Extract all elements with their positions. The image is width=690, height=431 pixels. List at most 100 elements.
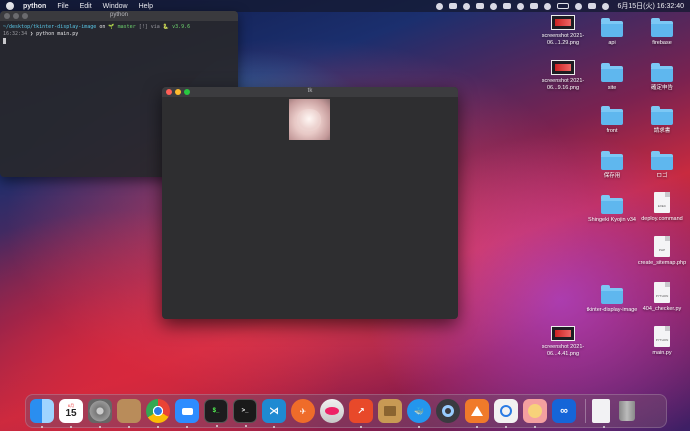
- status-box-icon[interactable]: [449, 3, 458, 9]
- file-icon: PHP: [654, 236, 670, 257]
- terminal-title: python: [109, 12, 128, 18]
- status-app-icon[interactable]: [436, 2, 444, 10]
- menu-file[interactable]: File: [57, 3, 68, 10]
- menu-clock[interactable]: 6月15日(火) 16:32:40: [617, 1, 684, 11]
- status-cloud-icon[interactable]: [476, 3, 485, 9]
- branch-icon: 🌱: [108, 24, 115, 30]
- desktop-item-label: screenshot 2021-06...4.41.png: [541, 344, 585, 357]
- status-display-icon[interactable]: [503, 3, 512, 9]
- desktop-item-label: api: [608, 40, 616, 46]
- trash-icon[interactable]: [615, 399, 639, 423]
- menu-window[interactable]: Window: [103, 3, 128, 10]
- desktop-item-label: screenshot 2021-06...9.16.png: [541, 78, 585, 91]
- sequel-icon[interactable]: [320, 399, 344, 423]
- desktop-folder-item[interactable]: api: [586, 15, 638, 47]
- system-preferences-icon[interactable]: [88, 399, 112, 428]
- quicktime-icon[interactable]: [436, 399, 460, 423]
- desktop-item-label: tkinter-display-image: [586, 307, 638, 313]
- status-area: 6月15日(火) 16:32:40: [430, 1, 684, 11]
- battery-icon[interactable]: [557, 3, 570, 9]
- lookup-icon[interactable]: [494, 399, 518, 428]
- desktop-thumb-item[interactable]: screenshot 2021-06...9.16.png: [537, 60, 589, 91]
- tk-titlebar[interactable]: tk: [162, 87, 458, 97]
- status-audio-icon[interactable]: [517, 2, 525, 10]
- tk-title: tk: [307, 88, 313, 94]
- docker-icon[interactable]: 🐳: [407, 399, 431, 428]
- siri-icon[interactable]: [602, 2, 610, 10]
- sourcetree-icon[interactable]: [465, 399, 489, 428]
- image-thumbnail-icon: [551, 60, 575, 75]
- menu-help[interactable]: Help: [139, 3, 153, 10]
- dock: 6月 15 $_ >_ ⋊ ✈ ↗ 🐳 ∞: [25, 394, 667, 428]
- activity-monitor-icon[interactable]: $_: [204, 399, 228, 427]
- desktop-doc-item[interactable]: PYTHON main.py: [636, 326, 688, 357]
- stocks-icon[interactable]: ↗: [349, 399, 373, 428]
- folder-icon: [651, 18, 673, 37]
- desktop-folder-item[interactable]: 確定申告: [636, 60, 688, 92]
- postman-icon[interactable]: ✈: [291, 399, 315, 423]
- status-circle-icon[interactable]: [490, 2, 498, 10]
- prompt-line: ~/desktop/tkinter-display-image on 🌱 mas…: [3, 24, 191, 30]
- folder-icon: [651, 106, 673, 125]
- desktop-folder-item[interactable]: 請求書: [636, 103, 688, 135]
- file-icon: PYTHON: [654, 282, 670, 303]
- zoom-icon[interactable]: [175, 399, 199, 428]
- status-github-icon[interactable]: [463, 2, 471, 10]
- desktop-doc-item[interactable]: PHP create_sitemap.php: [636, 236, 688, 267]
- folder-icon: [651, 151, 673, 170]
- bluetooth-icon[interactable]: [544, 2, 552, 10]
- file-icon: PYTHON: [654, 326, 670, 347]
- desktop-folder-item[interactable]: tkinter-display-image: [586, 282, 638, 314]
- folder-icon: [601, 18, 623, 37]
- desktop-item-label: 保存用: [603, 173, 621, 179]
- finder-icon[interactable]: [30, 399, 54, 428]
- menu-app-name[interactable]: python: [23, 3, 46, 10]
- desktop-item-label: create_sitemap.php: [637, 260, 687, 266]
- archive-icon[interactable]: [378, 399, 402, 423]
- desktop-folder-item[interactable]: 保存用: [586, 148, 638, 180]
- desktop-doc-item[interactable]: EXEC deploy.command: [636, 192, 688, 223]
- folder-icon: [601, 63, 623, 82]
- displayed-image: [289, 99, 330, 140]
- folder-icon: [601, 195, 623, 214]
- calendar-day: 15: [65, 408, 77, 419]
- infinity-icon[interactable]: ∞: [552, 399, 576, 423]
- python-launcher-icon[interactable]: [523, 399, 547, 428]
- desktop-folder-item[interactable]: firebase: [636, 15, 688, 47]
- file-icon: EXEC: [654, 192, 670, 213]
- tk-window[interactable]: tk: [162, 87, 458, 319]
- contacts-icon[interactable]: [117, 399, 141, 428]
- folder-icon: [651, 63, 673, 82]
- desktop-thumb-item[interactable]: screenshot 2021-06...1.29.png: [537, 15, 589, 46]
- chrome-icon[interactable]: [146, 399, 170, 428]
- desktop-folder-item[interactable]: front: [586, 103, 638, 135]
- desktop-item-label: ロゴ: [656, 173, 668, 179]
- desktop-item-label: site: [607, 85, 617, 91]
- menu-edit[interactable]: Edit: [80, 3, 92, 10]
- desktop-doc-item[interactable]: PYTHON 404_checker.py: [636, 282, 688, 313]
- vscode-icon[interactable]: ⋊: [262, 399, 286, 428]
- desktop-folder-item[interactable]: site: [586, 60, 638, 92]
- dock-separator: [585, 399, 586, 423]
- calendar-icon[interactable]: 6月 15: [59, 399, 83, 428]
- desktop-folder-item[interactable]: Shingeki Kyojin v34: [586, 192, 638, 224]
- terminal-output[interactable]: ~/desktop/tkinter-display-image on 🌱 mas…: [0, 21, 238, 49]
- document-icon[interactable]: [592, 399, 610, 428]
- desktop-item-label: Shingeki Kyojin v34: [587, 217, 636, 223]
- folder-icon: [601, 151, 623, 170]
- desktop-folder-item[interactable]: ロゴ: [636, 148, 688, 180]
- terminal-titlebar[interactable]: python: [0, 11, 238, 21]
- desktop-thumb-item[interactable]: screenshot 2021-06...4.41.png: [537, 326, 589, 357]
- apple-menu-icon[interactable]: [6, 2, 14, 10]
- desktop-item-label: 確定申告: [650, 85, 673, 91]
- desktop-item-label: firebase: [652, 40, 672, 46]
- desktop-item-label: deploy.command: [641, 216, 683, 222]
- terminal-icon[interactable]: >_: [233, 399, 257, 427]
- desktop-item-label: 404_checker.py: [642, 306, 682, 312]
- wifi-icon[interactable]: [530, 3, 539, 9]
- image-thumbnail-icon: [551, 326, 575, 341]
- control-center-icon[interactable]: [588, 3, 597, 9]
- desktop-item-label: main.py: [652, 350, 672, 356]
- search-icon[interactable]: [575, 2, 583, 10]
- folder-icon: [601, 285, 623, 304]
